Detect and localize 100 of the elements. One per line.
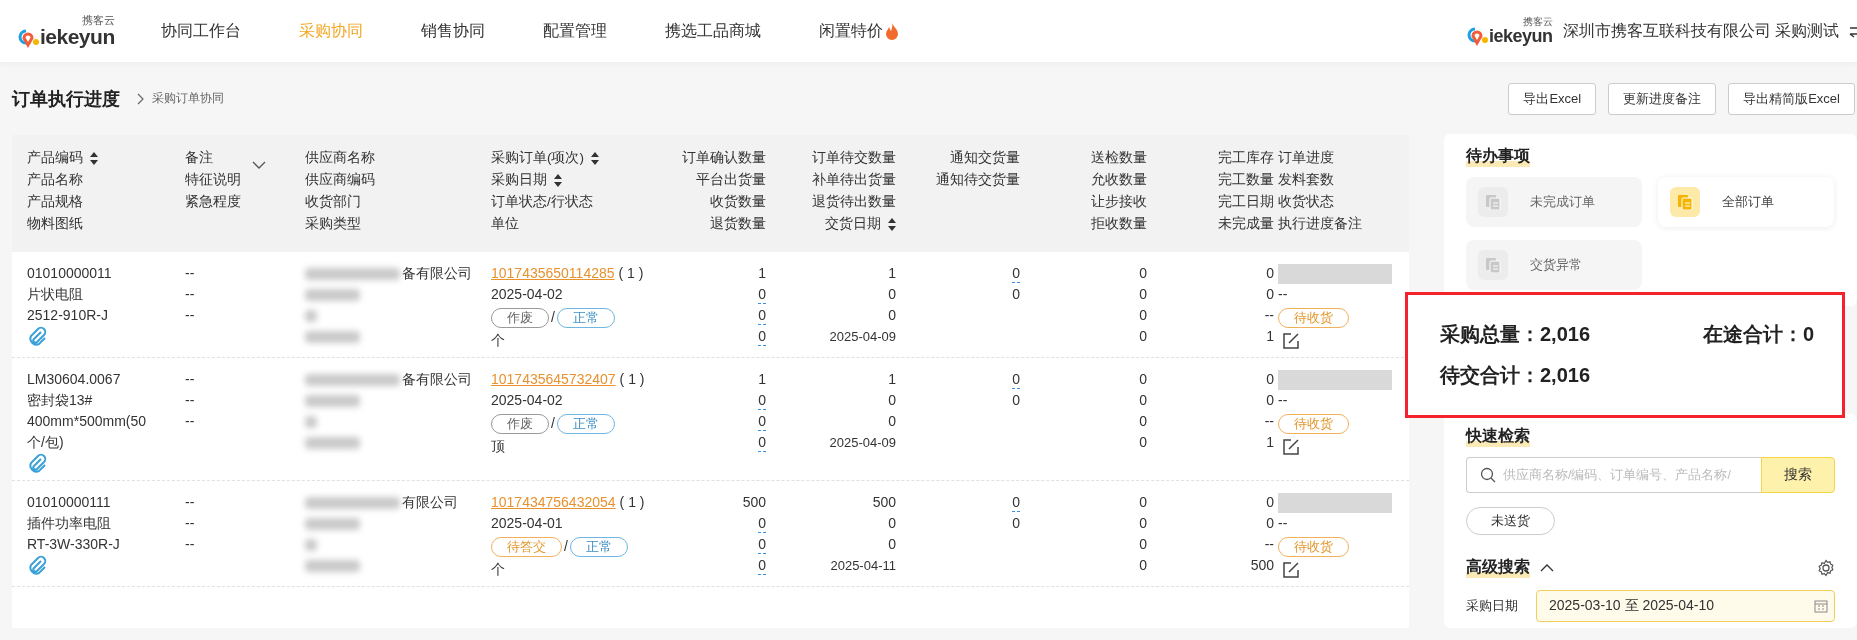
nav-tab[interactable]: 销售协同	[416, 20, 489, 42]
table-cell-text: ( 1 )	[618, 264, 644, 283]
flame-icon	[884, 22, 899, 40]
toolbar-button[interactable]: 更新进度备注	[1608, 82, 1717, 115]
document-stack-icon	[1485, 194, 1501, 210]
quantity-link[interactable]: 0	[758, 412, 766, 431]
document-stack-icon	[1485, 257, 1501, 273]
edit-icon[interactable]	[1282, 437, 1300, 456]
todo-tile[interactable]: 全部订单	[1658, 177, 1834, 227]
table-cell-text: 0	[888, 285, 896, 304]
table-cell-text: --	[185, 306, 195, 325]
table-cell-text: --	[1264, 306, 1274, 325]
toolbar-button[interactable]: 导出Excel	[1508, 82, 1597, 115]
column-header: 补单待出货量	[812, 171, 896, 189]
quantity-link[interactable]: 0	[1012, 370, 1020, 389]
paperclip-icon[interactable]	[27, 555, 47, 575]
section-title: 高级搜索	[1466, 557, 1530, 578]
search-icon	[1480, 467, 1496, 483]
chevron-down-icon[interactable]	[252, 161, 266, 169]
sort-icon[interactable]	[888, 217, 896, 231]
table-cell-text: 插件功率电阻	[27, 514, 111, 533]
table-cell-text: 500	[742, 493, 766, 512]
sort-icon[interactable]	[554, 173, 562, 187]
nav-tab[interactable]: 配置管理	[538, 20, 611, 42]
table-cell-text: 0	[1266, 514, 1274, 533]
quantity-link[interactable]: 0	[758, 285, 766, 304]
table-cell-text: --	[1264, 535, 1274, 554]
quantity-link[interactable]: 0	[758, 535, 766, 554]
table-cell-text: --	[1278, 285, 1288, 304]
search-field[interactable]: 供应商名称/编码、订单编号、产品名称/	[1466, 457, 1761, 493]
table-cell-text: --	[185, 493, 195, 512]
status-tag: 作废	[491, 413, 549, 434]
toolbar-button[interactable]: 导出精简版Excel	[1728, 82, 1855, 115]
table-cell-text: 个	[491, 331, 505, 350]
quantity-link[interactable]: 0	[758, 556, 766, 575]
table-cell-text: 1	[758, 264, 766, 283]
status-tag: 待收货	[1278, 413, 1349, 434]
table-cell-text: 0	[1139, 306, 1147, 325]
table-cell-text: 2025-04-11	[830, 557, 896, 575]
table-cell-text: 0	[1139, 391, 1147, 410]
table-cell-text: --	[185, 264, 195, 283]
blurred-text	[305, 330, 360, 343]
quantity-link[interactable]: 0	[758, 327, 766, 346]
column-header: 允收数量	[1091, 171, 1147, 189]
logo-wordmark: iekeyun	[1489, 26, 1553, 46]
search-button[interactable]: 搜索	[1761, 457, 1835, 493]
calendar-icon	[1814, 599, 1828, 613]
table-cell-text: 2025-04-09	[829, 328, 896, 346]
quantity-link[interactable]: 0	[758, 433, 766, 452]
table-cell-text: 0	[888, 412, 896, 431]
status-tag: 正常	[556, 307, 615, 328]
nav-tab[interactable]: 携选工品商城	[660, 20, 765, 42]
edit-icon[interactable]	[1282, 331, 1300, 350]
quantity-link[interactable]: 0	[1012, 493, 1020, 512]
blurred-text	[305, 559, 360, 572]
paperclip-icon[interactable]	[27, 453, 47, 473]
column-header: 备注	[185, 149, 213, 167]
table-cell-text: 0	[1139, 433, 1147, 452]
edit-icon[interactable]	[1282, 560, 1300, 579]
status-tag: 正常	[556, 413, 615, 434]
sort-icon[interactable]	[591, 151, 599, 165]
column-header: 产品编码	[27, 149, 83, 167]
table-cell-text: --	[1278, 514, 1288, 533]
table-cell-text: 0	[1139, 514, 1147, 533]
status-tag: 作废	[491, 307, 549, 328]
sort-icon[interactable]	[90, 151, 98, 165]
column-header: 通知交货量	[950, 149, 1020, 167]
quantity-link[interactable]: 0	[758, 514, 766, 533]
section-title: 快速检索	[1466, 426, 1530, 447]
settings-icon[interactable]	[1817, 558, 1835, 577]
table-cell-text: --	[185, 370, 195, 389]
column-header: 紧急程度	[185, 193, 241, 211]
quantity-link[interactable]: 0	[758, 391, 766, 410]
date-range-field[interactable]: 2025-03-10 至 2025-04-10	[1536, 590, 1835, 622]
table-cell-text: --	[185, 412, 195, 431]
blurred-text	[305, 394, 360, 407]
logo-wordmark: iekeyun	[40, 25, 115, 48]
column-header: 订单待交数量	[812, 149, 896, 167]
table-cell-text: --	[185, 514, 195, 533]
filter-chip[interactable]: 未送货	[1466, 507, 1555, 535]
column-header: 未完成量	[1218, 215, 1274, 233]
breadcrumb-link[interactable]: 采购订单协同	[152, 90, 224, 107]
todo-tile[interactable]: 交货异常	[1466, 240, 1642, 290]
quantity-link[interactable]: 0	[1012, 264, 1020, 283]
table-cell-text: --	[185, 285, 195, 304]
column-header: 采购日期	[491, 171, 547, 189]
nav-tab[interactable]: 协同工作台	[156, 20, 245, 42]
table-cell-text: --	[185, 391, 195, 410]
paperclip-icon[interactable]	[27, 326, 47, 346]
chevron-up-icon[interactable]	[1540, 563, 1554, 572]
blurred-text	[305, 517, 360, 530]
table-cell-text: 2025-04-09	[829, 434, 896, 452]
quantity-link[interactable]: 0	[758, 306, 766, 325]
table-cell-text: 0	[1012, 514, 1020, 533]
todo-tile[interactable]: 未完成订单	[1466, 177, 1642, 227]
table-cell-text: 0	[1139, 285, 1147, 304]
table-cell-text: 片状电阻	[27, 285, 83, 304]
column-header: 单位	[491, 215, 519, 233]
nav-tab[interactable]: 闲置特价	[814, 20, 903, 42]
column-header: 供应商名称	[305, 149, 375, 167]
